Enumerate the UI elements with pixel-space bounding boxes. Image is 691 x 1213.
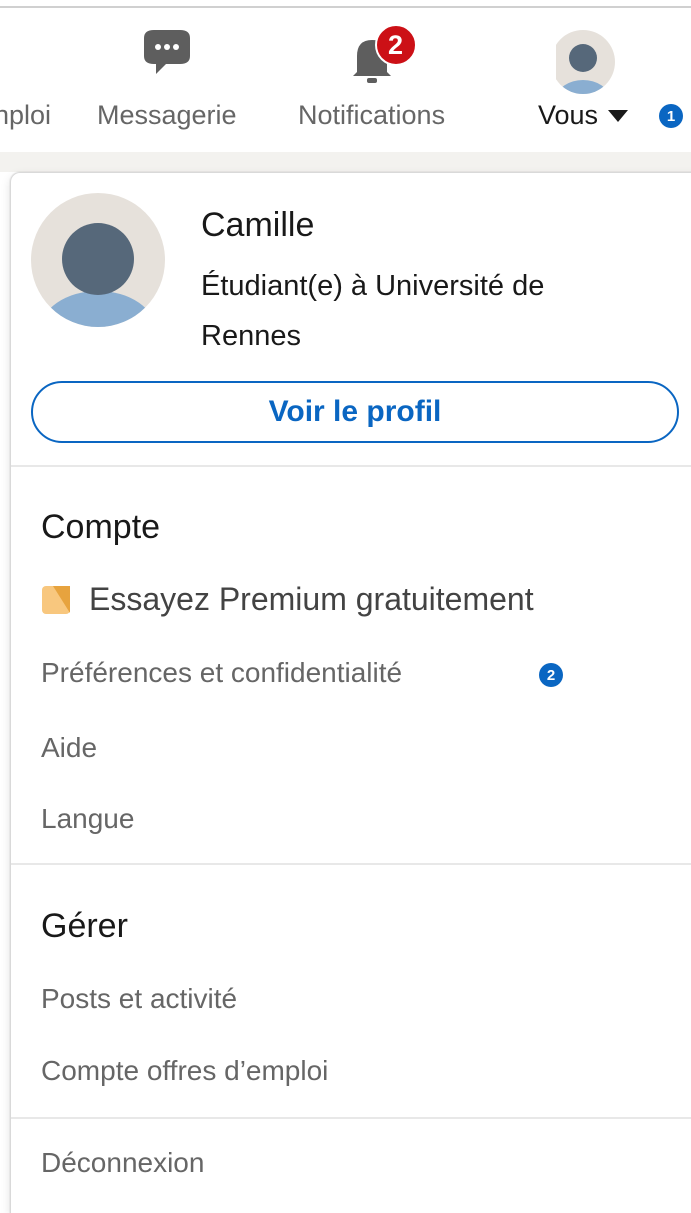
- nav-label-jobs: nploi: [0, 100, 52, 130]
- profile-headline: Étudiant(e) à Université de Rennes: [201, 270, 545, 352]
- nav-item-messaging[interactable]: Messagerie: [97, 28, 237, 131]
- try-premium-label: Essayez Premium gratuitement: [89, 581, 534, 617]
- sign-out-link[interactable]: Déconnexion: [41, 1147, 204, 1179]
- profile-avatar[interactable]: [31, 193, 165, 327]
- section-divider: [11, 465, 691, 467]
- posts-activity-link[interactable]: Posts et activité: [41, 983, 237, 1015]
- preferences-privacy-label: Préférences et confidentialité: [41, 657, 403, 688]
- manage-section-title: Gérer: [41, 907, 128, 945]
- me-dropdown-menu: Camille Étudiant(e) à Université de Renn…: [10, 172, 691, 1213]
- nav-item-me[interactable]: Vous: [538, 28, 629, 131]
- nav-label-messaging: Messagerie: [97, 100, 237, 130]
- bell-icon: 2: [327, 24, 417, 88]
- account-section-title: Compte: [41, 508, 161, 546]
- profile-name: Camille: [201, 206, 315, 244]
- nav-top-border: [0, 6, 691, 8]
- section-divider: [11, 1117, 691, 1119]
- try-premium-link[interactable]: Essayez Premium gratuitement: [41, 581, 534, 618]
- notification-count-badge: 2: [374, 24, 417, 66]
- nav-divider: [0, 152, 691, 172]
- nav-item-notifications[interactable]: 2 Notifications: [298, 24, 446, 131]
- chat-bubble-icon: [132, 28, 202, 88]
- nav-label-me: Vous: [538, 100, 599, 130]
- section-divider: [11, 863, 691, 865]
- job-posting-account-link[interactable]: Compte offres d’emploi: [41, 1055, 328, 1087]
- top-nav-bar: nploi Messagerie 2 Notifications Vous 1: [0, 0, 691, 152]
- premium-icon: [42, 585, 70, 614]
- briefcase-icon: [3, 28, 43, 88]
- nav-item-jobs[interactable]: nploi: [0, 28, 51, 131]
- language-link[interactable]: Langue: [41, 803, 134, 835]
- caret-down-icon: [608, 109, 629, 122]
- help-link[interactable]: Aide: [41, 732, 97, 764]
- step-badge-1: 1: [659, 104, 683, 128]
- me-menu-trigger[interactable]: Vous: [538, 100, 629, 131]
- step-badge-2: 2: [539, 663, 563, 687]
- nav-label-notifications: Notifications: [298, 100, 446, 130]
- view-profile-button[interactable]: Voir le profil: [31, 381, 679, 443]
- avatar: [548, 28, 618, 94]
- preferences-privacy-link[interactable]: Préférences et confidentialité: [41, 657, 402, 689]
